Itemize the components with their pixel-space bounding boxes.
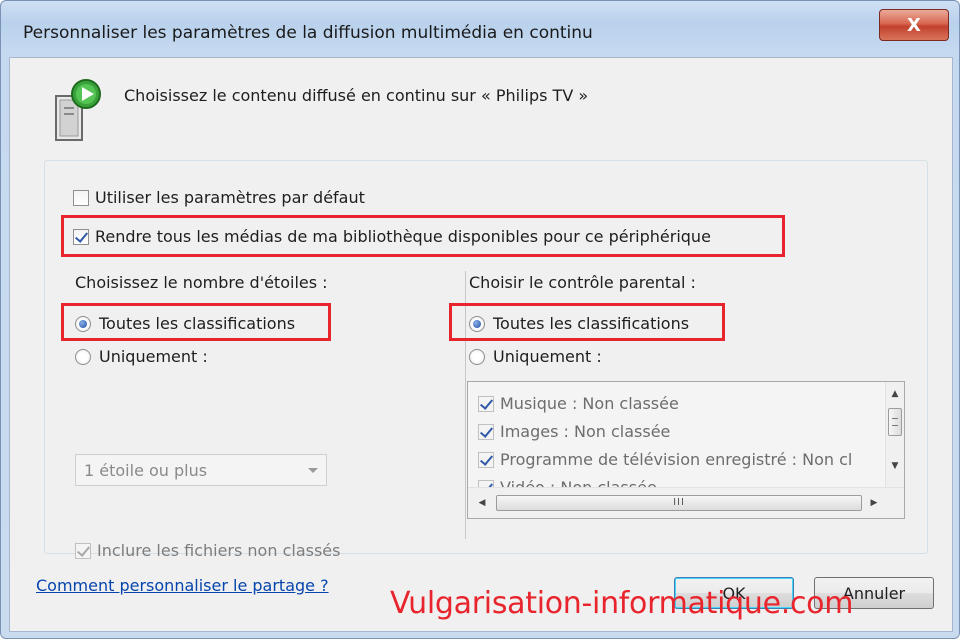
close-icon: X: [907, 14, 921, 36]
make-all-available-checkbox[interactable]: [73, 228, 89, 245]
list-item[interactable]: Programme de télévision enregistré : Non…: [478, 450, 852, 469]
list-item-checkbox[interactable]: [478, 451, 494, 468]
window-title: Personnaliser les paramètres de la diffu…: [23, 23, 593, 43]
stars-combo-value: 1 étoile ou plus: [84, 460, 208, 480]
vertical-scrollbar[interactable]: ▲ ▼: [885, 382, 904, 488]
scroll-down-icon[interactable]: ▼: [887, 458, 903, 474]
vertical-scroll-thumb[interactable]: [888, 408, 902, 436]
parental-all-label[interactable]: Toutes les classifications: [493, 314, 689, 333]
stars-all-radio[interactable]: [75, 315, 91, 332]
stars-all-radio-row[interactable]: Toutes les classifications: [75, 314, 295, 333]
scroll-up-icon[interactable]: ▲: [887, 386, 903, 402]
list-item[interactable]: Musique : Non classée: [478, 394, 679, 413]
options-group: Utiliser les paramètres par défaut Rendr…: [44, 160, 928, 560]
dialog-window: Personnaliser les paramètres de la diffu…: [0, 0, 960, 639]
parental-all-radio[interactable]: [469, 315, 485, 332]
header-text: Choisissez le contenu diffusé en continu…: [124, 86, 589, 105]
use-defaults-checkbox[interactable]: [73, 189, 89, 206]
make-all-available-checkbox-row[interactable]: Rendre tous les médias de ma bibliothèqu…: [73, 227, 711, 246]
include-unrated-checkbox-row[interactable]: Inclure les fichiers non classés: [75, 541, 340, 560]
include-unrated-label: Inclure les fichiers non classés: [97, 541, 341, 560]
help-link[interactable]: Comment personnaliser le partage ?: [36, 576, 329, 595]
stars-only-label[interactable]: Uniquement :: [99, 347, 208, 366]
horizontal-scroll-thumb[interactable]: III: [496, 495, 862, 511]
use-defaults-checkbox-row[interactable]: Utiliser les paramètres par défaut: [73, 188, 365, 207]
parental-section-title: Choisir le contrôle parental :: [469, 273, 696, 292]
parental-all-radio-row[interactable]: Toutes les classifications: [469, 314, 689, 333]
stars-section-title: Choisissez le nombre d'étoiles :: [75, 273, 328, 292]
list-item-label: Musique : Non classée: [500, 394, 679, 413]
include-unrated-checkbox[interactable]: [75, 542, 91, 559]
list-item-label: Programme de télévision enregistré : Non…: [500, 450, 853, 469]
stars-combo[interactable]: 1 étoile ou plus: [75, 454, 327, 486]
horizontal-scrollbar[interactable]: ◀ III ▶: [468, 487, 904, 518]
scroll-left-icon[interactable]: ◀: [474, 495, 490, 511]
close-button[interactable]: X: [879, 9, 949, 41]
scroll-right-icon[interactable]: ▶: [866, 495, 882, 511]
parental-rating-list[interactable]: Musique : Non classée Images : Non class…: [467, 381, 905, 519]
stars-all-label[interactable]: Toutes les classifications: [99, 314, 295, 333]
dialog-client-area: Choisissez le contenu diffusé en continu…: [9, 57, 953, 632]
list-item-checkbox[interactable]: [478, 395, 494, 412]
media-device-icon: [55, 79, 101, 141]
use-defaults-label[interactable]: Utiliser les paramètres par défaut: [95, 188, 365, 207]
stars-only-radio[interactable]: [75, 348, 91, 365]
list-item[interactable]: Images : Non classée: [478, 422, 670, 441]
list-item-checkbox[interactable]: [478, 423, 494, 440]
chevron-down-icon: [308, 468, 318, 473]
parental-only-radio-row[interactable]: Uniquement :: [469, 347, 602, 366]
watermark-text: Vulgarisation-informatique.com: [390, 586, 854, 621]
stars-only-radio-row[interactable]: Uniquement :: [75, 347, 208, 366]
title-bar[interactable]: Personnaliser les paramètres de la diffu…: [1, 1, 959, 57]
list-item-label: Images : Non classée: [500, 422, 671, 441]
parental-only-label[interactable]: Uniquement :: [493, 347, 602, 366]
make-all-available-label[interactable]: Rendre tous les médias de ma bibliothèqu…: [95, 227, 711, 246]
parental-only-radio[interactable]: [469, 348, 485, 365]
